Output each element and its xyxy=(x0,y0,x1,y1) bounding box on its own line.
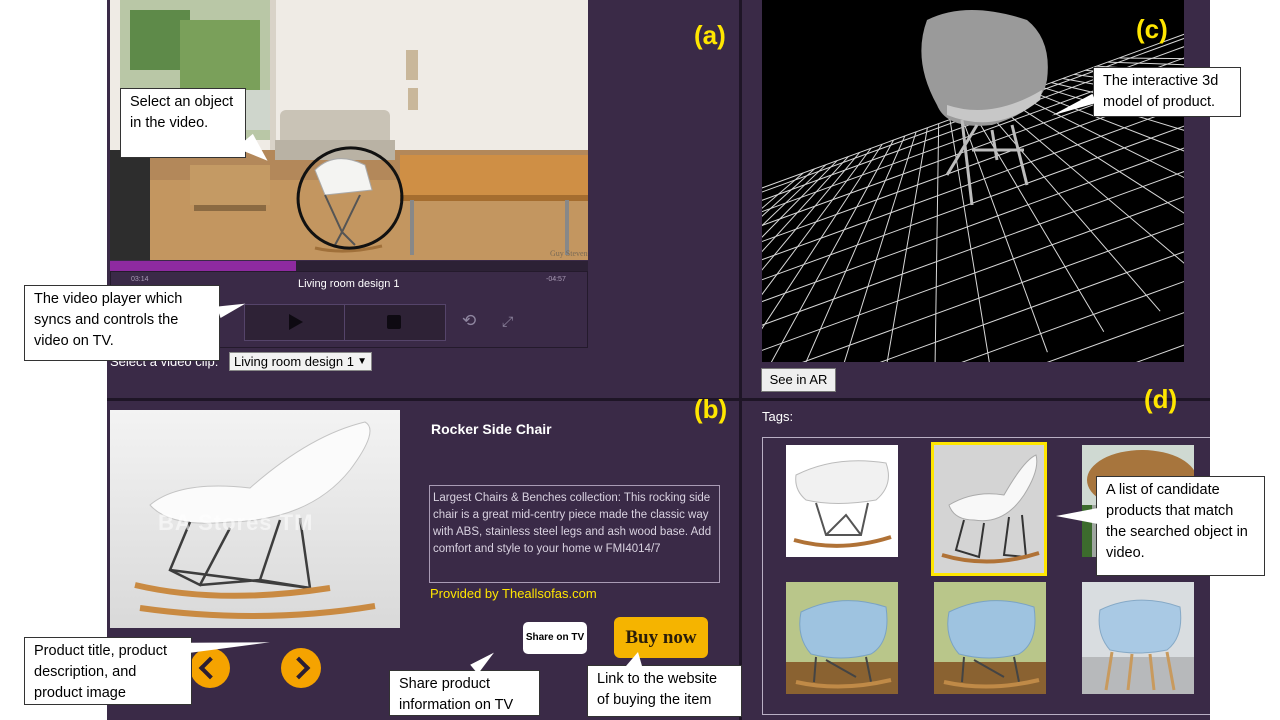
callout-tail-buy-link xyxy=(626,652,642,666)
video-select-value: Living room design 1 xyxy=(234,354,354,369)
tags-label: Tags: xyxy=(762,409,794,424)
candidate-item[interactable] xyxy=(1082,582,1194,694)
candidate-image xyxy=(786,582,898,694)
video-progress-track[interactable] xyxy=(110,261,588,271)
loop-icon[interactable]: ⟲ xyxy=(462,312,480,330)
product-description: Largest Chairs & Benches collection: Thi… xyxy=(429,485,720,583)
watermark: BA Stores TM xyxy=(158,510,314,535)
panel-label-d: (d) xyxy=(1144,384,1178,414)
prev-button[interactable] xyxy=(190,648,230,688)
product-image: BA Stores TM xyxy=(110,410,400,628)
callout-buy-link: Link to the website of buying the item xyxy=(587,665,742,717)
callout-select-object: Select an object in the video. xyxy=(120,88,246,158)
time-current: 03:14 xyxy=(131,276,149,283)
candidate-item-selected[interactable] xyxy=(931,442,1047,576)
model-viewer[interactable] xyxy=(762,0,1184,362)
time-total: -04:57 xyxy=(546,276,566,283)
chevron-left-icon xyxy=(198,656,222,680)
see-in-ar-button[interactable]: See in AR xyxy=(761,368,836,392)
selected-chair xyxy=(314,158,373,196)
panel-label-a: (a) xyxy=(694,20,726,50)
candidate-item[interactable] xyxy=(786,582,898,694)
candidate-image xyxy=(1082,582,1194,694)
video-progress-fill xyxy=(110,261,297,271)
callout-video-player: The video player which syncs and control… xyxy=(24,285,220,361)
callout-3d-model: The interactive 3d model of product. xyxy=(1093,67,1241,117)
callout-share: Share product information on TV xyxy=(389,670,540,716)
candidate-image xyxy=(934,445,1044,573)
svg-text:Guy Stevens: Guy Stevens xyxy=(550,249,588,258)
dining-table xyxy=(400,155,588,195)
candidate-image xyxy=(793,460,892,548)
callout-tail-candidates xyxy=(1056,508,1098,524)
provider-link[interactable]: Provided by Theallsofas.com xyxy=(430,586,597,601)
callout-candidates: A list of candidate products that match … xyxy=(1096,476,1265,576)
wall-art xyxy=(406,50,418,80)
coffee-table xyxy=(190,165,270,205)
model-grid-floor xyxy=(762,0,1184,362)
video-select[interactable]: Living room design 1 ▼ xyxy=(229,352,372,371)
candidate-item[interactable] xyxy=(934,582,1046,694)
share-on-tv-button[interactable]: Share on TV xyxy=(523,622,587,654)
product-chair-seat xyxy=(149,421,371,524)
play-icon xyxy=(289,314,303,330)
stove xyxy=(110,150,150,260)
candidate-item[interactable] xyxy=(786,445,898,557)
vertical-divider xyxy=(739,0,742,720)
play-button[interactable] xyxy=(244,304,346,341)
chair-shell xyxy=(921,10,1048,126)
fullscreen-icon[interactable]: ⤢ xyxy=(502,312,520,330)
video-title: Living room design 1 xyxy=(298,278,400,290)
horizontal-divider xyxy=(107,398,1210,401)
stop-icon xyxy=(387,315,401,329)
callout-product-info: Product title, product description, and … xyxy=(24,637,192,705)
panel-label-b: (b) xyxy=(694,394,728,424)
chevron-down-icon: ▼ xyxy=(357,356,367,367)
panel-label-c: (c) xyxy=(1136,14,1168,44)
stop-button[interactable] xyxy=(344,304,446,341)
next-button[interactable] xyxy=(281,648,321,688)
chevron-right-icon xyxy=(287,656,311,680)
chair-legs xyxy=(945,119,1029,206)
candidate-image xyxy=(934,582,1046,694)
product-title: Rocker Side Chair xyxy=(431,421,552,437)
